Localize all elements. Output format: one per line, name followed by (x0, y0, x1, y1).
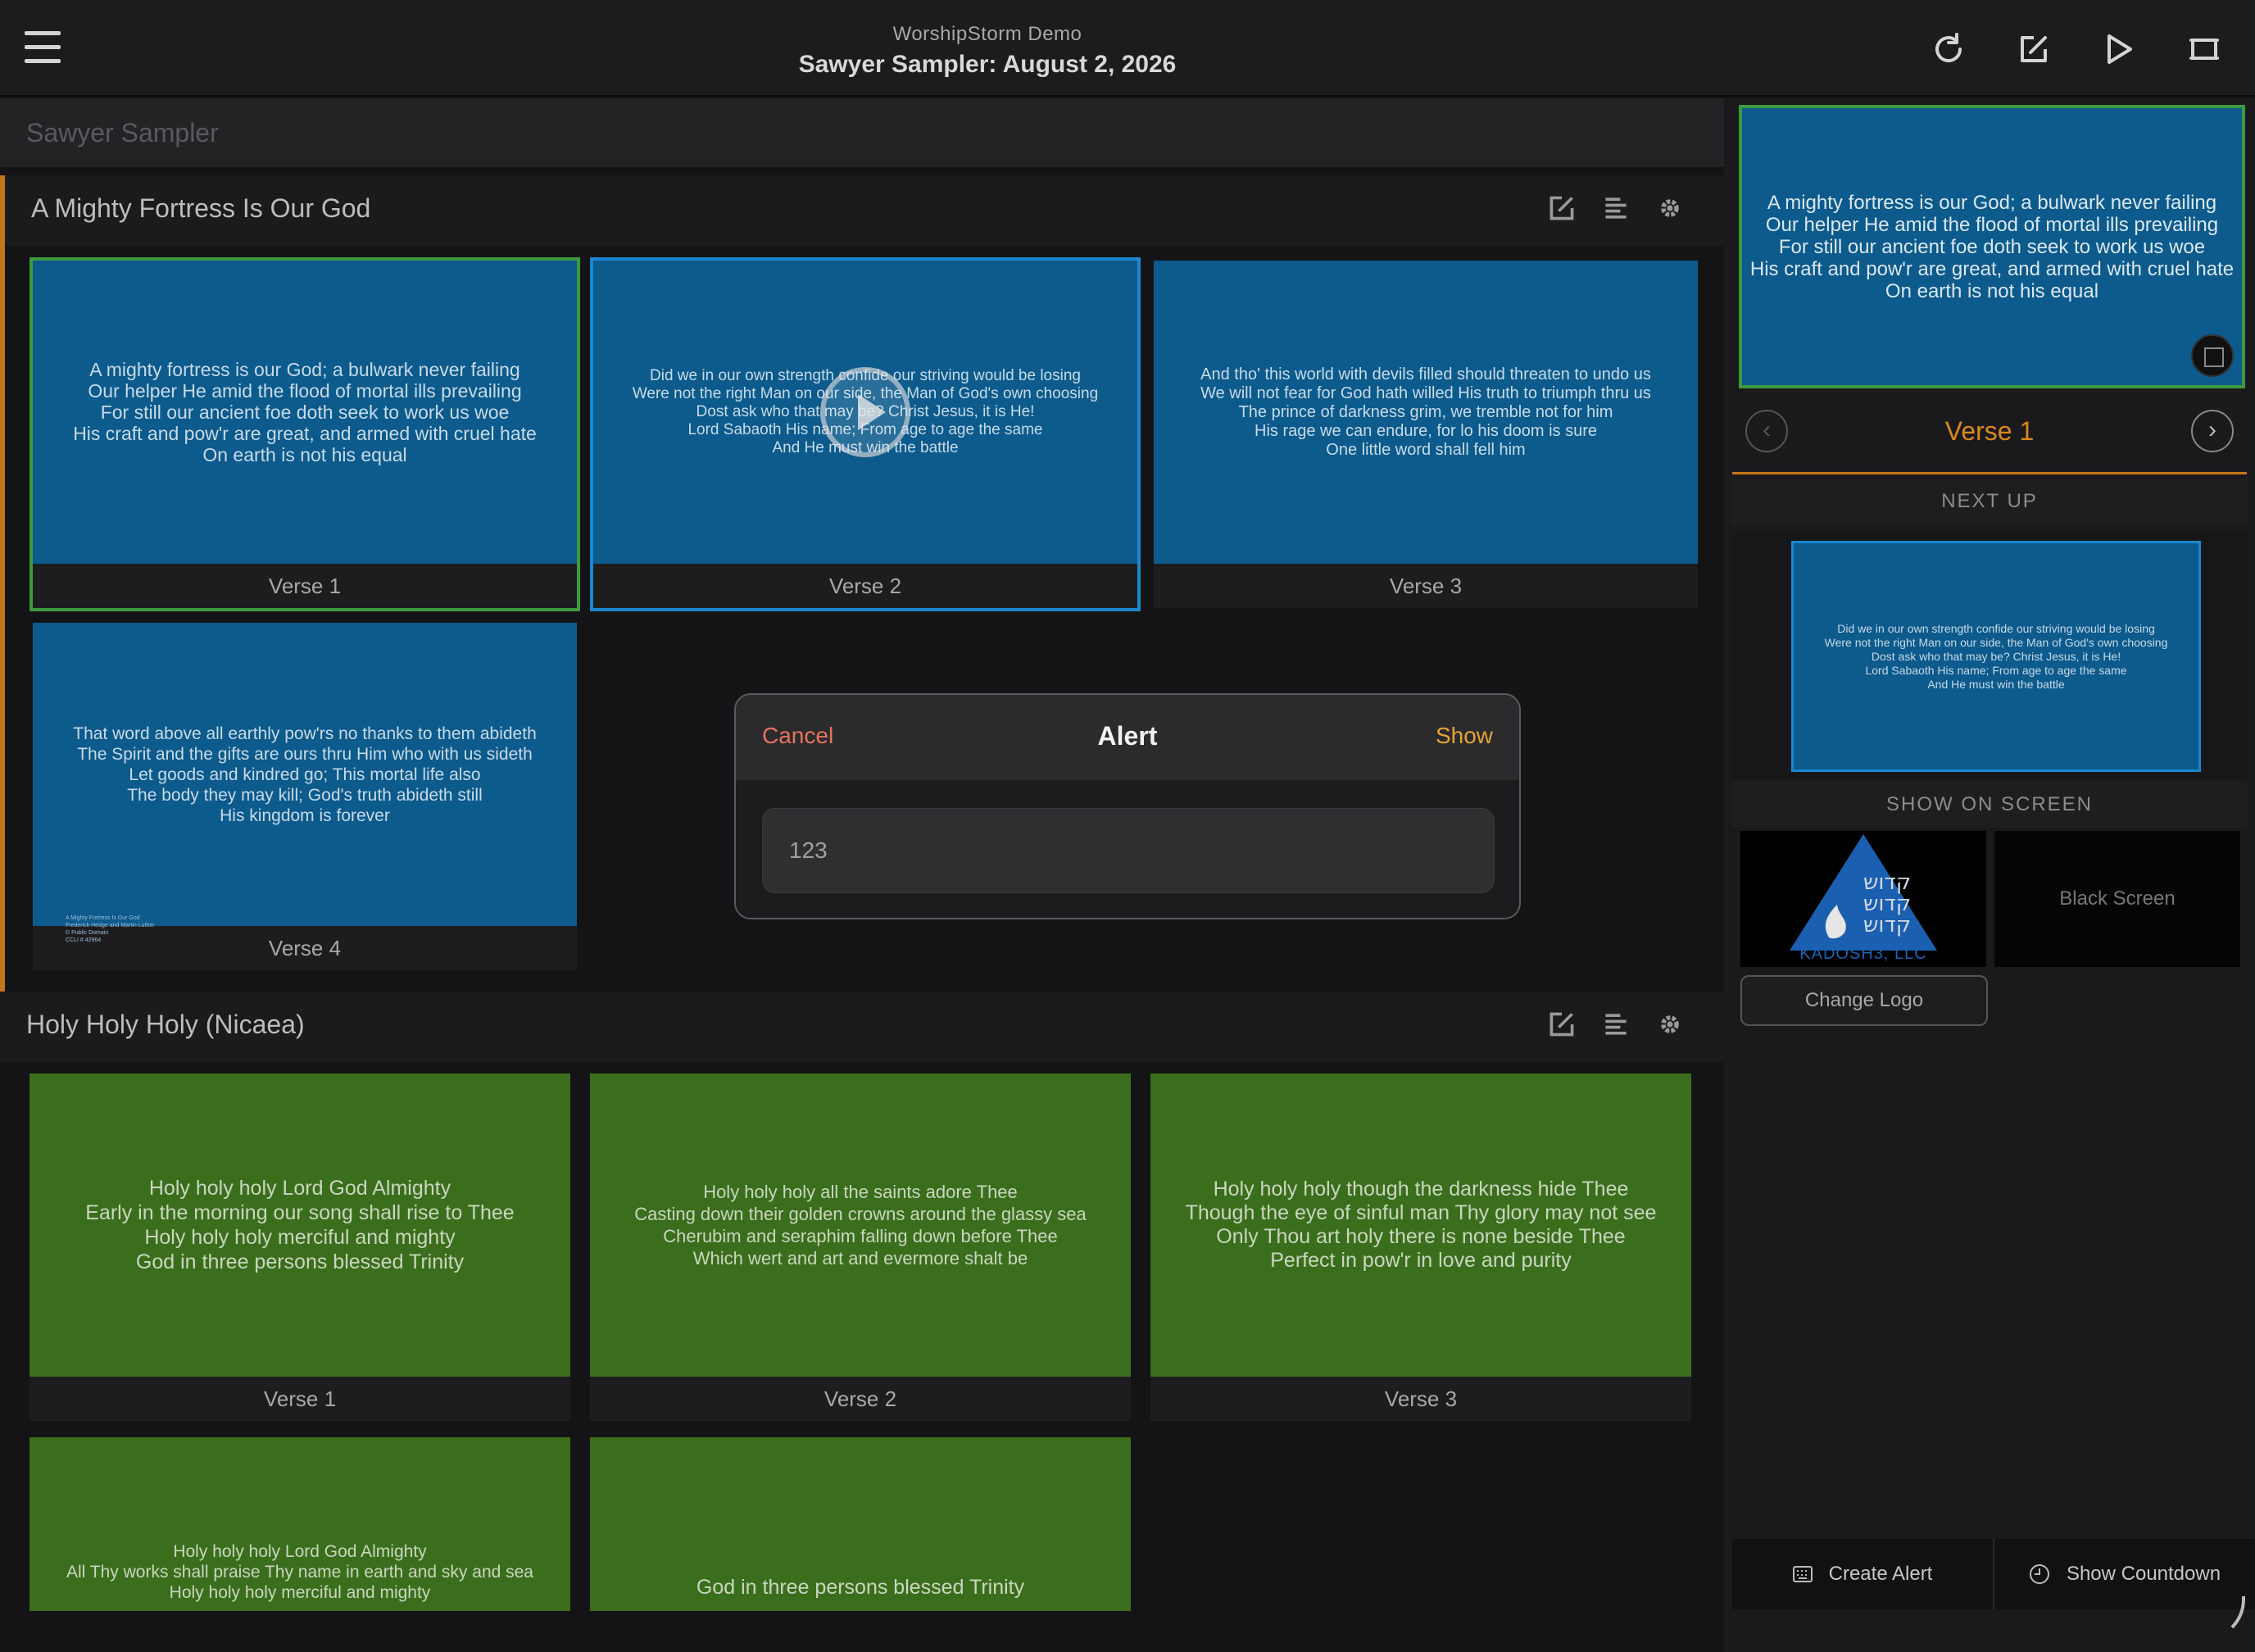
slide-tile[interactable]: Holy holy holy all the saints adore Thee… (590, 1073, 1131, 1421)
slide-face: God in three persons blessed Trinity (590, 1437, 1131, 1611)
alert-dialog: Cancel Alert Show 123 (734, 693, 1521, 919)
page-title: Sawyer Sampler: August 2, 2026 (798, 51, 1177, 78)
slide-text: And tho' this world with devils filled s… (1200, 365, 1651, 459)
app-name: WorshipStorm Demo (892, 23, 1082, 45)
song-actions (1547, 1010, 1685, 1039)
song-header: A Mighty Fortress Is Our God (5, 175, 1724, 246)
logo-option[interactable]: קדוש קדוש קדוש KADOSH3, LLC (1740, 831, 1986, 967)
live-text: A mighty fortress is our God; a bulwark … (1749, 191, 2235, 302)
slide-text: God in three persons blessed Trinity (696, 1576, 1025, 1599)
song-section: Holy Holy Holy (Nicaea) Holy holy holy L… (0, 992, 1724, 1619)
verse-underline (1732, 472, 2247, 474)
current-verse: Verse 1 (1944, 416, 2035, 446)
next-slide-text: Did we in our own strength confide our s… (1824, 621, 2168, 691)
slide-label: Verse 2 (828, 574, 902, 598)
dialog-body: 123 (736, 782, 1519, 918)
slide-label: Verse 3 (1389, 574, 1463, 598)
edit-icon[interactable] (1547, 1010, 1577, 1039)
slide-label: Verse 3 (1384, 1386, 1458, 1411)
verse-navigator: ‹ Verse 1 › (1732, 402, 2247, 462)
screen-icon[interactable] (2178, 23, 2230, 75)
menu-icon[interactable] (25, 31, 61, 64)
create-alert-label: Create Alert (1828, 1563, 1933, 1585)
slide-face: That word above all earthly pow'rs no th… (33, 623, 577, 926)
slide-face: Holy holy holy all the saints adore Thee… (590, 1073, 1131, 1377)
set-title[interactable]: Sawyer Sampler (26, 118, 219, 148)
gear-icon[interactable] (1655, 1010, 1685, 1039)
header-actions (1922, 23, 2230, 75)
slide-tile[interactable]: A mighty fortress is our God; a bulwark … (29, 257, 580, 611)
clock-icon (2029, 1564, 2049, 1584)
top-bar: WorshipStorm Demo Sawyer Sampler: August… (0, 0, 2255, 97)
slide-tile[interactable]: And tho' this world with devils filled s… (1154, 261, 1698, 608)
slide-tile[interactable]: Holy holy holy Lord God Almighty Early i… (29, 1073, 570, 1421)
dialog-header: Cancel Alert Show (736, 695, 1519, 782)
slide-tile[interactable]: Holy holy holy though the darkness hide … (1150, 1073, 1691, 1421)
play-icon[interactable] (2093, 23, 2145, 75)
resize-handle-icon[interactable] (2201, 1596, 2245, 1641)
slide-text: A mighty fortress is our God; a bulwark … (73, 359, 537, 465)
logo-glyphs: קדוש קדוש קדוש (1863, 870, 1912, 937)
gear-icon[interactable] (1655, 193, 1685, 223)
slide-face: Holy holy holy Lord God Almighty All Thy… (29, 1437, 570, 1611)
slide-text: That word above all earthly pow'rs no th… (73, 724, 537, 825)
next-slide-preview[interactable]: Did we in our own strength confide our s… (1791, 541, 2201, 772)
slide-face: Holy holy holy though the darkness hide … (1150, 1073, 1691, 1377)
refresh-icon[interactable] (1922, 23, 1975, 75)
show-on-screen-label: SHOW ON SCREEN (1732, 782, 2247, 828)
song-section: A Mighty Fortress Is Our God A mighty fo… (0, 175, 1724, 1059)
slide-tile[interactable]: Did we in our own strength confide our s… (590, 257, 1141, 611)
slide-face: And tho' this world with devils filled s… (1154, 261, 1698, 564)
slide-tile[interactable]: That word above all earthly pow'rs no th… (33, 623, 577, 970)
slide-tile[interactable]: Holy holy holy Lord God Almighty All Thy… (29, 1437, 570, 1611)
slide-text: Holy holy holy Lord God Almighty Early i… (85, 1177, 515, 1273)
presenter-panel: A mighty fortress is our God; a bulwark … (1724, 98, 2255, 1652)
play-overlay-icon[interactable] (820, 367, 910, 457)
set-title-bar: Sawyer Sampler (0, 98, 1724, 167)
header-titles: WorshipStorm Demo Sawyer Sampler: August… (574, 23, 1401, 79)
slide-label: Verse 1 (263, 1386, 337, 1411)
logo-caption: KADOSH3, LLC (1799, 945, 1927, 963)
expand-icon[interactable] (2191, 334, 2234, 377)
slide-face: Holy holy holy Lord God Almighty Early i… (29, 1073, 570, 1377)
song-title: Holy Holy Holy (Nicaea) (26, 1010, 305, 1039)
slide-text: Holy holy holy Lord God Almighty All Thy… (66, 1542, 533, 1602)
app-root: WorshipStorm Demo Sawyer Sampler: August… (0, 0, 2255, 1652)
slide-text: Holy holy holy all the saints adore Thee… (634, 1182, 1087, 1268)
live-preview[interactable]: A mighty fortress is our God; a bulwark … (1739, 105, 2245, 388)
song-title: A Mighty Fortress Is Our God (31, 193, 371, 223)
slide-label: Verse 4 (268, 936, 342, 960)
black-screen-option[interactable]: Black Screen (1994, 831, 2240, 967)
show-button[interactable]: Show (1436, 723, 1493, 749)
alert-text-input[interactable]: 123 (762, 808, 1495, 893)
align-left-icon[interactable] (1601, 1010, 1631, 1039)
show-countdown-label: Show Countdown (2066, 1563, 2221, 1585)
create-alert-button[interactable]: Create Alert (1732, 1539, 1993, 1609)
next-up-area: Did we in our own strength confide our s… (1732, 533, 2247, 778)
edit-icon[interactable] (2008, 23, 2060, 75)
chevron-right-icon[interactable]: › (2191, 410, 2234, 452)
slide-text: Holy holy holy though the darkness hide … (1185, 1178, 1657, 1272)
song-header: Holy Holy Holy (Nicaea) (0, 992, 1724, 1062)
edit-icon[interactable] (1547, 193, 1577, 223)
next-up-label: NEXT UP (1732, 479, 2247, 524)
slide-label: Verse 1 (268, 574, 342, 598)
slide-label: Verse 2 (824, 1386, 897, 1411)
slide-face: A mighty fortress is our God; a bulwark … (33, 261, 577, 564)
align-left-icon[interactable] (1601, 193, 1631, 223)
keyboard-icon (1792, 1566, 1813, 1582)
slide-tile[interactable]: God in three persons blessed Trinity (590, 1437, 1131, 1611)
bottom-actions: Create Alert Show Countdown (1732, 1539, 2255, 1609)
dialog-title: Alert (1097, 721, 1158, 751)
song-actions (1547, 193, 1685, 223)
change-logo-button[interactable]: Change Logo (1740, 975, 1988, 1026)
